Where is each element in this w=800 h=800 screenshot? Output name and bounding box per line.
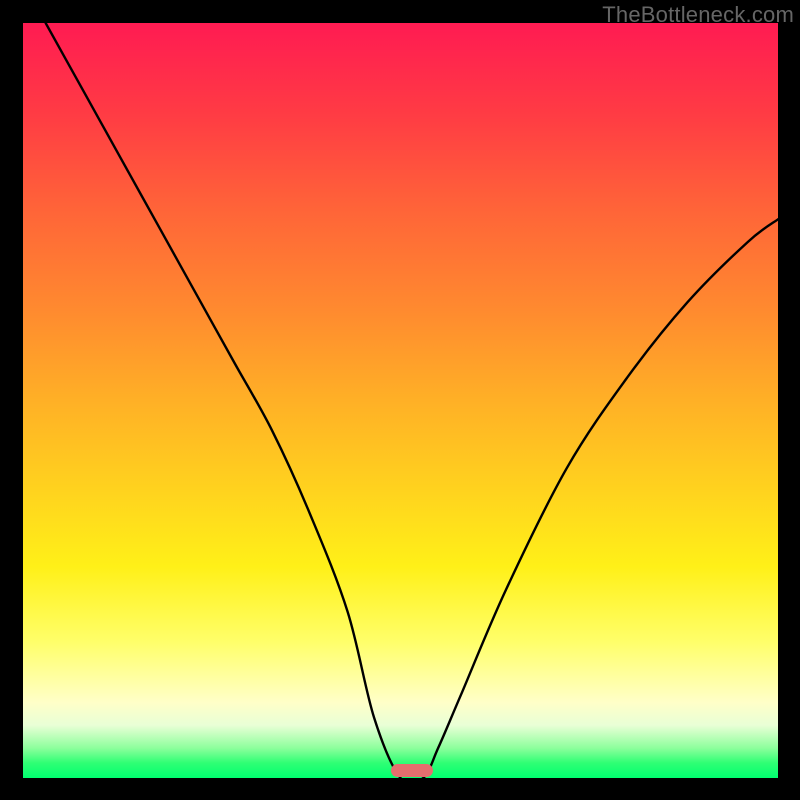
- bottleneck-marker: [391, 764, 433, 777]
- watermark-text: TheBottleneck.com: [602, 2, 794, 28]
- bottleneck-curve: [23, 23, 778, 778]
- plot-area: [23, 23, 778, 778]
- chart-frame: TheBottleneck.com: [0, 0, 800, 800]
